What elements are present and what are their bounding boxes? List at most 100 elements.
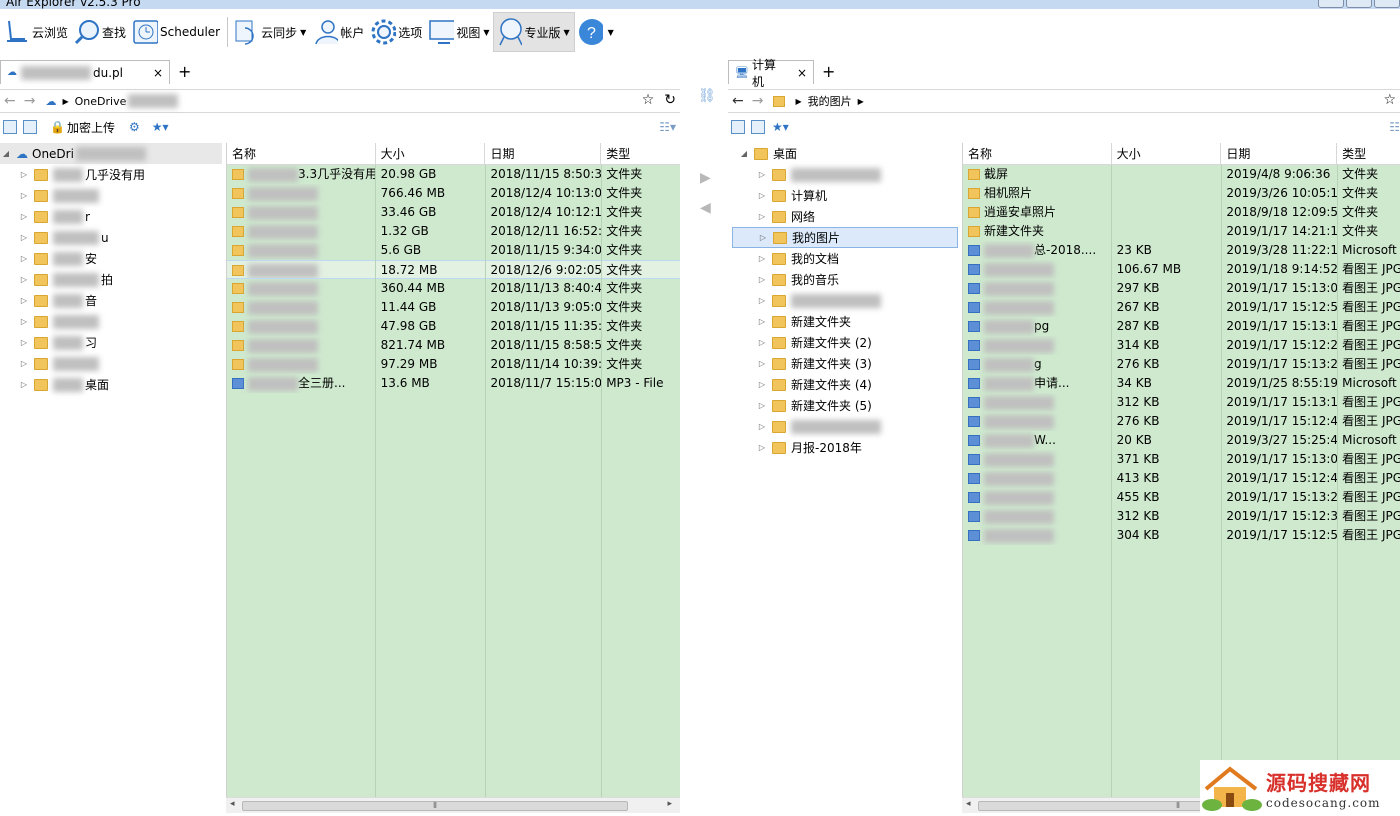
expand-arrow-icon[interactable]: ▷ [756, 317, 768, 326]
tree-item[interactable]: ▷ [732, 164, 958, 185]
tree-item[interactable]: ▷ [0, 311, 222, 332]
scroll-left-icon[interactable]: ◂ [230, 799, 235, 809]
help-button[interactable]: ? ▼ [575, 12, 618, 52]
tree-item[interactable]: ▷ [732, 416, 958, 437]
expand-arrow-icon[interactable]: ▷ [18, 338, 30, 347]
table-row[interactable]: 267 KB 2019/1/17 15:12:56 看图王 JPG [963, 298, 1400, 317]
close-window-button[interactable] [1374, 0, 1400, 8]
favorites-icon[interactable]: ★▾ [772, 120, 789, 134]
tree-item[interactable]: ▷ [0, 185, 222, 206]
view-mode-icon[interactable]: ☷ [1389, 120, 1400, 134]
col-size[interactable]: 大小 [376, 143, 486, 164]
expand-arrow-icon[interactable]: ◢ [0, 149, 12, 158]
tree-item[interactable]: ▷ 几乎没有用 [0, 164, 222, 185]
tree-item[interactable]: ▷ [732, 290, 958, 311]
expand-arrow-icon[interactable]: ▷ [756, 212, 768, 221]
copy-left-arrow-icon[interactable]: ◀ [700, 200, 711, 216]
accounts-button[interactable]: 帐户 [310, 12, 368, 52]
tree-item[interactable]: ▷ 网络 [732, 206, 958, 227]
table-row[interactable]: 276 KB 2019/1/17 15:12:40 看图王 JPG [963, 412, 1400, 431]
table-row[interactable]: 766.46 MB 2018/12/4 10:13:02 文件夹 [227, 184, 680, 203]
expand-arrow-icon[interactable]: ▷ [18, 359, 30, 368]
tree-item[interactable]: ▷ 习 [0, 332, 222, 353]
table-row[interactable]: 新建文件夹 2019/1/17 14:21:17 文件夹 [963, 222, 1400, 241]
tree-item[interactable]: ▷ 安 [0, 248, 222, 269]
tree-item[interactable]: ◢ 桌面 [732, 143, 958, 164]
tree-item[interactable]: ▷ 拍 [0, 269, 222, 290]
favorites-icon[interactable]: ★▾ [152, 120, 169, 134]
table-row[interactable]: 相机照片 2019/3/26 10:05:10 文件夹 [963, 184, 1400, 203]
network-icon[interactable]: ⚙ [129, 120, 140, 134]
find-button[interactable]: 查找 [72, 12, 130, 52]
close-tab-button[interactable]: × [153, 66, 163, 80]
table-row[interactable]: 33.46 GB 2018/12/4 10:12:13 文件夹 [227, 203, 680, 222]
upload-encrypted-button[interactable]: 加密上传 [67, 119, 115, 136]
refresh-icon[interactable]: ↻ [664, 92, 676, 108]
table-row[interactable]: 314 KB 2019/1/17 15:12:20 看图王 JPG [963, 336, 1400, 355]
table-row[interactable]: 297 KB 2019/1/17 15:13:00 看图王 JPG [963, 279, 1400, 298]
table-row[interactable]: 逍遥安卓照片 2018/9/18 12:09:55 文件夹 [963, 203, 1400, 222]
table-row[interactable]: 截屏 2019/4/8 9:06:36 文件夹 [963, 165, 1400, 184]
col-type[interactable]: 类型 [601, 143, 680, 164]
scheduler-button[interactable]: Scheduler [130, 12, 224, 52]
table-row[interactable]: 360.44 MB 2018/11/13 8:40:40 文件夹 [227, 279, 680, 298]
star-icon[interactable]: ☆ [642, 92, 655, 108]
link-icon[interactable]: ⛓ [698, 88, 716, 104]
folder-new-icon[interactable] [23, 120, 37, 134]
expand-arrow-icon[interactable]: ◢ [738, 149, 750, 158]
table-row[interactable]: 455 KB 2019/1/17 15:13:24 看图王 JPG [963, 488, 1400, 507]
breadcrumb-root[interactable]: OneDrive [75, 95, 127, 108]
tree-item[interactable]: ▷ 月报-2018年 [732, 437, 958, 458]
tree-item[interactable]: ▷ 新建文件夹 (3) [732, 353, 958, 374]
forward-arrow-icon[interactable]: → [752, 93, 764, 109]
table-row[interactable]: W... 20 KB 2019/3/27 15:25:42 Microsoft W [963, 431, 1400, 450]
expand-arrow-icon[interactable]: ▷ [18, 254, 30, 263]
tree-item[interactable]: ▷ 桌面 [0, 374, 222, 395]
table-row[interactable]: 304 KB 2019/1/17 15:12:50 看图王 JPG [963, 526, 1400, 545]
tree-item[interactable]: ▷ 新建文件夹 [732, 311, 958, 332]
table-row[interactable]: 106.67 MB 2019/1/18 9:14:52 看图王 JPG [963, 260, 1400, 279]
tree-root[interactable]: ◢ ☁ OneDri [0, 143, 222, 164]
options-button[interactable]: 选项 [368, 12, 426, 52]
expand-arrow-icon[interactable]: ▷ [756, 275, 768, 284]
tree-item[interactable]: ▷ 新建文件夹 (4) [732, 374, 958, 395]
expand-arrow-icon[interactable]: ▷ [756, 443, 768, 452]
table-row[interactable]: 47.98 GB 2018/11/15 11:35:... 文件夹 [227, 317, 680, 336]
left-horizontal-scrollbar[interactable]: ◂ ⦀ ▸ [226, 797, 680, 813]
expand-arrow-icon[interactable]: ▷ [756, 254, 768, 263]
tree-item[interactable]: ▷ 我的音乐 [732, 269, 958, 290]
folder-new-icon[interactable] [751, 120, 765, 134]
table-row[interactable]: pg 287 KB 2019/1/17 15:13:11 看图王 JPG [963, 317, 1400, 336]
col-name[interactable]: 名称 [963, 143, 1112, 164]
table-row[interactable]: 总-2018.... 23 KB 2019/3/28 11:22:17 Microso… [963, 241, 1400, 260]
expand-arrow-icon[interactable]: ▷ [757, 233, 769, 242]
col-type[interactable]: 类型 [1337, 143, 1400, 164]
expand-arrow-icon[interactable]: ▷ [756, 422, 768, 431]
table-row[interactable]: 18.72 MB 2018/12/6 9:02:05 文件夹 [227, 260, 680, 279]
tree-item[interactable]: ▷ 我的图片 [732, 227, 958, 248]
scroll-thumb[interactable]: ⦀ [242, 801, 628, 811]
table-row[interactable]: 97.29 MB 2018/11/14 10:39:... 文件夹 [227, 355, 680, 374]
new-tab-button[interactable]: + [822, 60, 835, 84]
expand-arrow-icon[interactable]: ▷ [18, 191, 30, 200]
scroll-left-icon[interactable]: ◂ [966, 799, 971, 809]
breadcrumb[interactable]: ▶ 我的图片 ▶ [789, 93, 863, 109]
expand-arrow-icon[interactable]: ▷ [756, 359, 768, 368]
table-row[interactable]: 312 KB 2019/1/17 15:12:36 看图王 JPG [963, 507, 1400, 526]
back-arrow-icon[interactable]: ← [4, 93, 16, 109]
table-row[interactable]: 371 KB 2019/1/17 15:13:04 看图王 JPG [963, 450, 1400, 469]
col-date[interactable]: 日期 [485, 143, 602, 164]
table-row[interactable]: g 276 KB 2019/1/17 15:13:20 看图王 JPG [963, 355, 1400, 374]
expand-arrow-icon[interactable]: ▷ [756, 170, 768, 179]
scroll-right-icon[interactable]: ▸ [667, 799, 672, 809]
breadcrumb[interactable]: ▶ OneDrive [62, 94, 179, 108]
table-row[interactable]: 申请... 34 KB 2019/1/25 8:55:19 Microsoft W [963, 374, 1400, 393]
tree-item[interactable]: ▷ [0, 353, 222, 374]
sync-button[interactable]: 云同步 ▼ [231, 12, 310, 52]
col-name[interactable]: 名称 [227, 143, 376, 164]
table-row[interactable]: 312 KB 2019/1/17 15:13:15 看图王 JPG [963, 393, 1400, 412]
tree-toggle-icon[interactable] [731, 120, 745, 134]
expand-arrow-icon[interactable]: ▷ [18, 233, 30, 242]
expand-arrow-icon[interactable]: ▷ [756, 338, 768, 347]
tree-item[interactable]: ▷ 音 [0, 290, 222, 311]
